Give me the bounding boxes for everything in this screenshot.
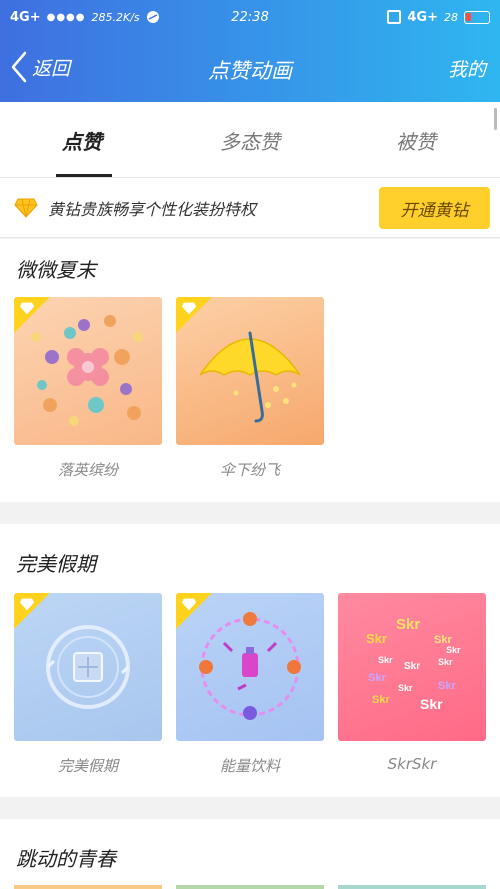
animation-label: 完美假期 [57,757,118,775]
watermark-logo: Bai 经验 [420,861,490,881]
animation-thumbnail[interactable] [338,885,486,889]
animation-label: 能量饮料 [219,757,280,775]
animation-item[interactable]: 落英缤纷 [14,297,162,480]
skr-word: Skr [404,661,420,672]
diamond-icon [181,302,197,315]
animation-item[interactable]: 完美假期 [14,593,162,776]
skr-word: Skr [378,655,393,665]
skr-word: Skr [446,645,461,655]
animation-label: 伞下纷飞 [219,461,280,479]
skr-word: Skr [396,616,420,633]
diamond-icon [19,302,35,315]
skr-word: Skr [372,694,390,706]
skr-words-image: Skr Skr Skr Skr Skr Skr Skr Skr Skr Skr … [366,616,461,712]
section-title: 跳动的青春 [16,847,116,871]
section-summer: 微微夏末 落英缤纷 伞下纷飞 [0,239,500,502]
animation-label: SkrSkr [387,755,437,773]
skr-word: Skr [398,683,413,693]
promo-text: 黄钻贵族畅享个性化装扮特权 [48,199,257,219]
mine-button[interactable]: 我的 [448,55,486,82]
animation-thumbnail[interactable] [176,297,324,445]
section-youth: 跳动的青春 Bai 经验 [0,819,500,889]
section-title: 微微夏末 [16,258,96,282]
tab-like[interactable]: 点赞 [62,126,102,155]
clock: 22:38 [231,9,269,25]
animation-item[interactable]: 能量饮料 [176,593,324,776]
animation-thumbnail[interactable] [14,885,162,889]
animation-thumbnail[interactable] [14,297,162,445]
animation-thumbnail[interactable] [176,593,324,741]
section-holiday: 完美假期 完美假期 能量饮料 Skr Skr Skr Skr Skr Skr S… [0,524,500,797]
open-yellow-diamond-button[interactable]: 开通黄钻 [379,187,490,229]
skr-word: Skr [438,657,453,667]
vip-promo-banner: 黄钻贵族畅享个性化装扮特权 开通黄钻 [0,178,500,238]
battery-icon [464,10,490,24]
tab-active-indicator [56,174,112,177]
status-bar: 4G+ ●●●● 285.2K/s 22:38 4G+ 28 [0,0,500,34]
page-title: 点赞动画 [208,59,292,83]
skr-word: Skr [438,680,456,692]
diamond-icon [19,598,35,611]
diamond-icon [14,198,38,218]
scrollbar[interactable] [494,108,497,130]
animation-thumbnail[interactable] [176,885,324,889]
diamond-icon [181,598,197,611]
nav-bar: 返回 点赞动画 我的 [0,34,500,102]
tab-multi-like[interactable]: 多态赞 [220,126,280,155]
animation-thumbnail[interactable] [14,593,162,741]
animation-item[interactable]: Skr Skr Skr Skr Skr Skr Skr Skr Skr Skr … [338,593,486,773]
section-title: 完美假期 [16,552,96,576]
skr-word: Skr [420,696,443,712]
animation-label: 落英缤纷 [57,461,118,479]
tab-liked[interactable]: 被赞 [396,126,436,155]
skr-word: Skr [366,631,387,646]
tab-bar: 点赞 多态赞 被赞 [0,102,500,178]
animation-item[interactable]: 伞下纷飞 [176,297,324,480]
skr-word: Skr [368,672,386,684]
animation-thumbnail[interactable]: Skr Skr Skr Skr Skr Skr Skr Skr Skr Skr … [338,593,486,741]
